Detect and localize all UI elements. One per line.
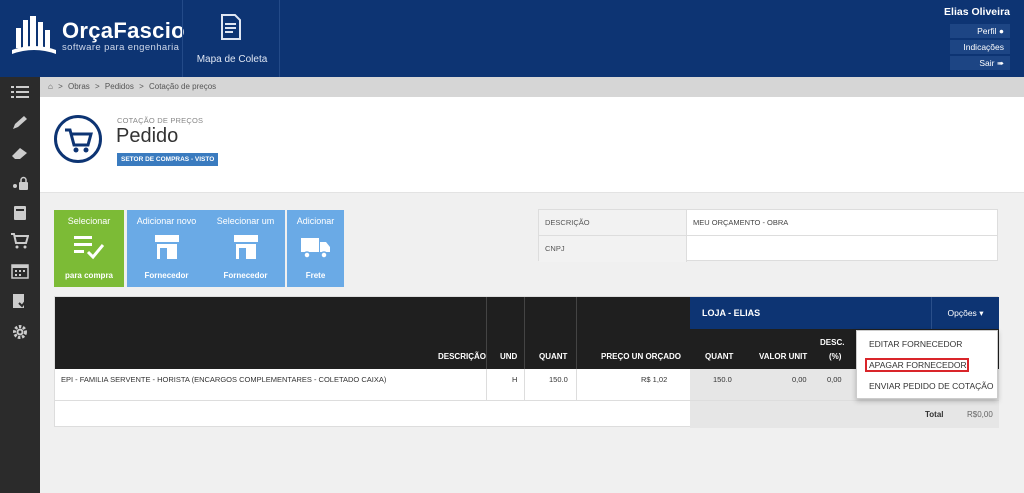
building-logo-icon [12, 16, 56, 54]
cnpj-label: CNPJ [539, 236, 687, 262]
col-und: UND [500, 352, 518, 361]
lock-people-icon[interactable] [11, 175, 29, 191]
indicacoes-button[interactable]: Indicações [950, 40, 1010, 54]
row-descricao: EPI - FAMILIA SERVENTE - HORISTA (ENCARG… [61, 375, 387, 384]
enviar-pedido-cotacao-item[interactable]: ENVIAR PEDIDO DE COTAÇÃO [869, 381, 994, 391]
row-preco: R$ 1,02 [641, 375, 668, 384]
user-menu: Elias Oliveira Perfil ● Indicações Sair … [890, 6, 1010, 72]
opcoes-dropdown-button[interactable]: Opções ▾ [931, 297, 999, 329]
breadcrumb-cotacao: Cotação de preços [148, 82, 217, 91]
breadcrumb-sep: > [58, 82, 63, 91]
cnpj-value[interactable] [687, 236, 693, 262]
perfil-label: Perfil [977, 26, 997, 36]
breadcrumb-obras[interactable]: Obras [68, 82, 90, 91]
col-desc-pct: (%) [829, 352, 842, 361]
pencil-icon[interactable] [11, 115, 29, 131]
adicionar-novo-fornecedor-button[interactable]: Adicionar novo Fornecedor [127, 210, 206, 287]
col-desc: DESC. [820, 338, 845, 347]
descricao-label: DESCRIÇÃO [539, 210, 687, 235]
calendar-icon[interactable] [11, 263, 29, 279]
status-badge: SETOR DE COMPRAS - VISTO [117, 153, 219, 166]
page-header: COTAÇÃO DE PREÇOS Pedido SETOR DE COMPRA… [40, 97, 1024, 193]
document-icon [221, 14, 241, 40]
adicionar-frete-button[interactable]: Adicionar Frete [287, 210, 344, 287]
opcoes-dropdown-menu: EDITAR FORNECEDOR APAGAR FORNECEDOR ENVI… [856, 330, 998, 399]
list-check-icon [74, 236, 104, 260]
home-icon[interactable]: ⌂ [48, 82, 53, 91]
row-desc[interactable]: 0,00 [827, 369, 842, 401]
mapa-label: Mapa de Coleta [196, 54, 268, 65]
tile-top-label: Adicionar [296, 216, 335, 226]
logout-icon: ➠ [996, 58, 1004, 68]
col-descricao: DESCRIÇÃO [437, 352, 486, 361]
checklist-icon[interactable] [11, 293, 29, 309]
loja-title: LOJA - ELIAS [702, 308, 761, 318]
sair-label: Sair [979, 58, 995, 68]
row-valor-unit[interactable]: 0,00 [792, 369, 807, 401]
cart-icon[interactable] [11, 233, 29, 249]
col-valor-unit: VALOR UNIT [759, 352, 808, 361]
store-icon [233, 235, 258, 259]
breadcrumb-pedidos[interactable]: Pedidos [105, 82, 134, 91]
row-und: H [512, 375, 518, 384]
sair-button[interactable]: Sair ➠ [950, 56, 1010, 70]
book-icon[interactable] [11, 205, 29, 221]
tile-bottom-label: para compra [64, 271, 114, 280]
breadcrumb-sep: > [139, 82, 144, 91]
perfil-button[interactable]: Perfil ● [950, 24, 1010, 38]
truck-icon [300, 238, 330, 259]
top-header: OrçaFascio software para engenharia Mapa… [0, 0, 1024, 77]
row-loja-quant[interactable]: 150.0 [713, 369, 732, 401]
gear-icon[interactable] [11, 324, 29, 340]
tile-top-label: Selecionar [67, 216, 111, 226]
page-cart-icon [54, 115, 102, 163]
row-quant: 150.0 [549, 375, 568, 384]
list-icon[interactable] [11, 84, 29, 100]
breadcrumb: ⌂ > Obras > Pedidos > Cotação de preços [40, 77, 1024, 97]
mapa-de-coleta-button[interactable]: Mapa de Coleta [182, 0, 280, 77]
selecionar-um-fornecedor-button[interactable]: Selecionar um Fornecedor [206, 210, 285, 287]
logo-subtitle: software para engenharia [62, 41, 180, 53]
selecionar-para-compra-button[interactable]: Selecionar para compra [54, 210, 124, 287]
page-subtitle: COTAÇÃO DE PREÇOS [117, 116, 204, 125]
store-icon [154, 235, 179, 259]
user-icon: ● [998, 26, 1004, 36]
tile-top-label: Adicionar novo [136, 216, 197, 226]
total-label: Total [925, 410, 944, 419]
page-title: Pedido [116, 125, 179, 147]
tile-top-label: Selecionar um [216, 216, 275, 226]
tile-bottom-label: Fornecedor [144, 271, 189, 280]
editar-fornecedor-item[interactable]: EDITAR FORNECEDOR [869, 339, 962, 349]
eraser-icon[interactable] [11, 145, 29, 161]
descricao-value[interactable]: MEU ORÇAMENTO - OBRA [687, 210, 788, 235]
loja-header: LOJA - ELIAS Opções ▾ [690, 297, 999, 329]
col-loja-quant: QUANT [705, 352, 734, 361]
sidebar [0, 77, 40, 493]
breadcrumb-sep: > [95, 82, 100, 91]
caret-down-icon: ▾ [979, 308, 984, 318]
apagar-fornecedor-item[interactable]: APAGAR FORNECEDOR [869, 360, 967, 370]
col-preco-orcado: PREÇO UN ORÇADO [601, 352, 682, 361]
order-info-table: DESCRIÇÃO MEU ORÇAMENTO - OBRA CNPJ [538, 209, 998, 262]
logo-title: OrçaFascio [62, 17, 185, 43]
tile-bottom-label: Frete [305, 271, 326, 280]
indicacoes-label: Indicações [963, 42, 1004, 52]
user-name: Elias Oliveira [944, 6, 1010, 18]
tile-bottom-label: Fornecedor [223, 271, 268, 280]
logo[interactable]: OrçaFascio software para engenharia [12, 14, 185, 56]
col-quant: QUANT [539, 352, 568, 361]
opcoes-label: Opções [947, 308, 977, 318]
total-value: R$0,00 [967, 410, 993, 419]
